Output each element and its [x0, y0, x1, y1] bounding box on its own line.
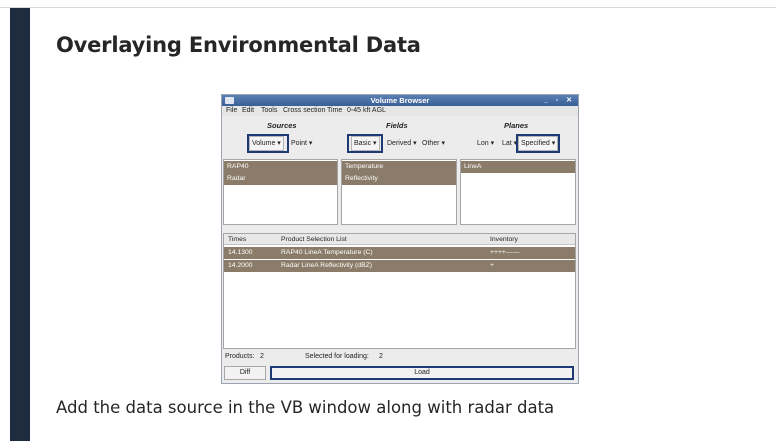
window-title: Volume Browser — [370, 96, 430, 105]
times-column-header[interactable]: Times — [228, 234, 246, 245]
list-item[interactable]: RAP40 — [224, 161, 337, 173]
basic-highlight-box — [347, 134, 383, 153]
specified-highlight-box — [516, 134, 560, 153]
table-row[interactable]: 14.2000 Radar LineA Reflectivity (dBZ) + — [224, 260, 575, 272]
products-count: 2 — [260, 353, 264, 360]
window-controls[interactable]: _ ▫ ✕ — [544, 95, 575, 106]
sources-list: RAP40 Radar — [223, 159, 338, 225]
menu-height[interactable]: 0-45 kft AGL — [347, 107, 386, 114]
slide-accent-bar — [10, 8, 30, 441]
product-table-header: Times Product Selection List Inventory — [224, 234, 575, 245]
other-dropdown[interactable]: Other ▾ — [419, 136, 448, 151]
sources-heading: Sources — [267, 121, 297, 130]
list-item[interactable]: Temperature — [342, 161, 456, 173]
top-divider — [0, 7, 776, 8]
window-app-icon — [225, 97, 234, 104]
list-item[interactable]: LineA — [461, 161, 575, 173]
row-product: RAP40 LineA Temperature (C) — [281, 249, 373, 256]
fields-list: Temperature Reflectivity — [341, 159, 457, 225]
fields-heading: Fields — [386, 121, 408, 130]
row-product: Radar LineA Reflectivity (dBZ) — [281, 262, 373, 269]
menu-edit[interactable]: Edit — [242, 107, 254, 114]
inventory-column-header[interactable]: Inventory — [490, 234, 518, 245]
menu-tools[interactable]: Tools — [261, 107, 277, 114]
products-label: Products: — [225, 353, 255, 360]
row-time: 14.2000 — [228, 262, 253, 269]
menu-cross-section[interactable]: Cross section — [283, 107, 325, 114]
planes-list: LineA — [460, 159, 576, 225]
point-dropdown[interactable]: Point ▾ — [288, 136, 316, 151]
product-column-header[interactable]: Product Selection List — [281, 234, 347, 245]
planes-heading: Planes — [504, 121, 529, 130]
menu-bar: File Edit Tools Cross section Time 0-45 … — [222, 106, 578, 116]
volume-highlight-box — [247, 134, 289, 153]
window-titlebar[interactable]: Volume Browser _ ▫ ✕ — [222, 95, 578, 106]
load-button[interactable]: Load — [270, 366, 574, 380]
product-selection-table: Times Product Selection List Inventory 1… — [223, 233, 576, 349]
menu-file[interactable]: File — [226, 107, 237, 114]
selected-label: Selected for loading: — [305, 353, 369, 360]
lon-dropdown[interactable]: Lon ▾ — [474, 136, 498, 151]
row-inventory: ++++------ — [490, 249, 520, 256]
list-item[interactable]: Reflectivity — [342, 173, 456, 185]
slide-caption: Add the data source in the VB window alo… — [56, 398, 555, 417]
row-time: 14.1300 — [228, 249, 253, 256]
table-row[interactable]: 14.1300 RAP40 LineA Temperature (C) ++++… — [224, 247, 575, 259]
slide-title: Overlaying Environmental Data — [56, 33, 421, 57]
selected-count: 2 — [379, 353, 383, 360]
derived-dropdown[interactable]: Derived ▾ — [384, 136, 420, 151]
volume-browser-window: Volume Browser _ ▫ ✕ File Edit Tools Cro… — [221, 94, 579, 384]
diff-button[interactable]: Diff — [224, 366, 266, 380]
list-item[interactable]: Radar — [224, 173, 337, 185]
menu-time[interactable]: Time — [327, 107, 342, 114]
row-inventory: + — [490, 262, 494, 269]
